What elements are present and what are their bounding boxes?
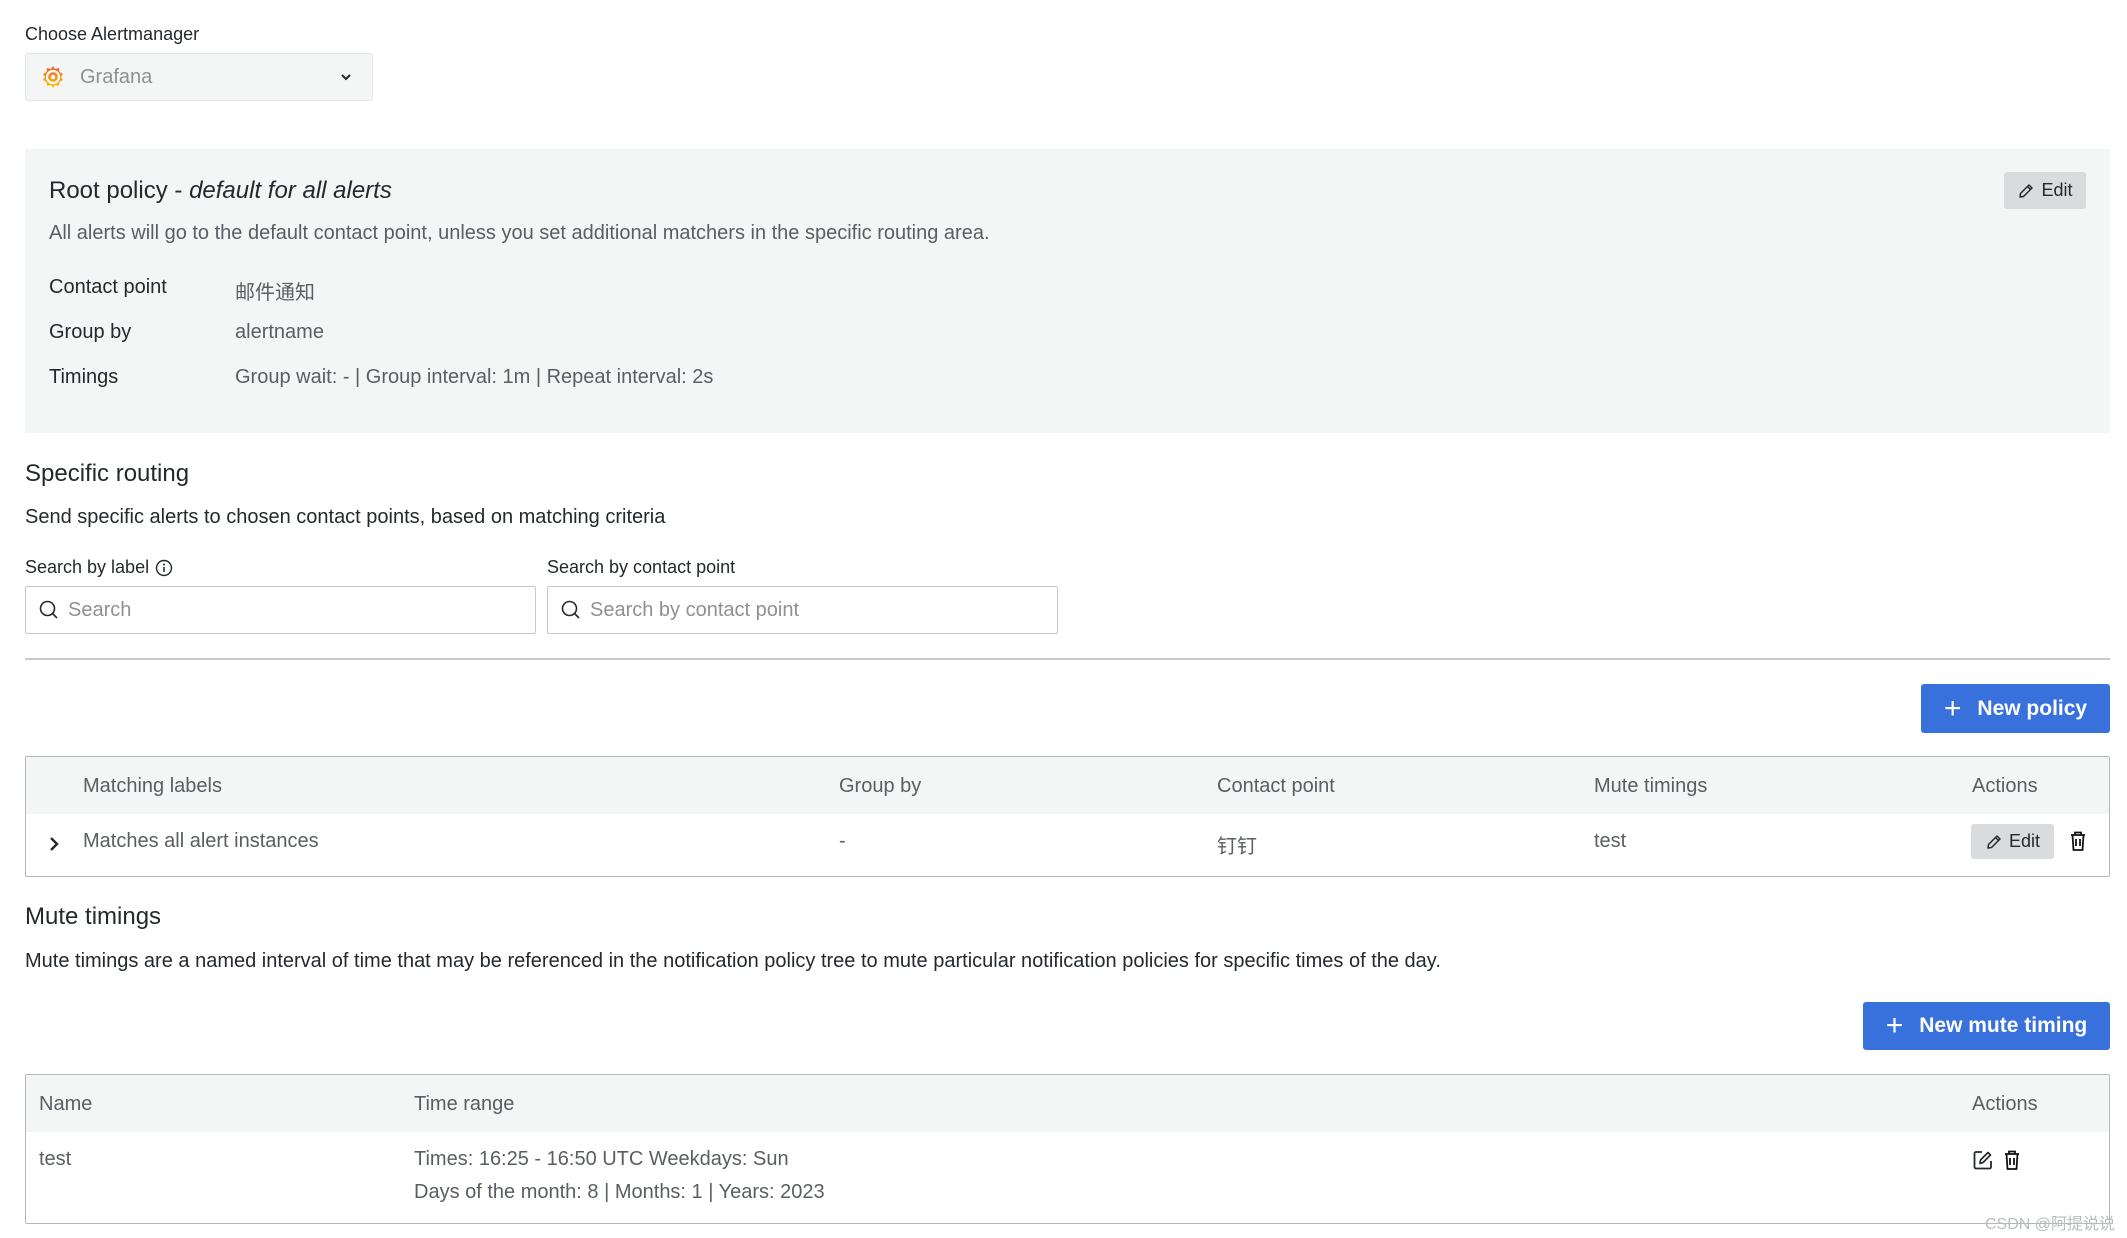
column-header-group-by: Group by [839, 775, 922, 797]
mute-table-header: Name Time range Actions [26, 1075, 2109, 1132]
chevron-down-icon [338, 69, 354, 85]
specific-routing-title: Specific routing [25, 460, 190, 487]
root-row-key: Group by [49, 321, 132, 343]
policy-table-header: Matching labels Group by Contact point M… [26, 757, 2109, 814]
edit-label: Edit [2041, 180, 2073, 200]
search-by-label-text: Search by label [25, 557, 150, 577]
plus-icon: + [1885, 1009, 1904, 1042]
root-row-key: Timings [49, 366, 119, 388]
search-icon [561, 600, 580, 619]
root-contact-point-row: Contact point 邮件通知 [49, 276, 315, 305]
pencil-icon [1987, 834, 2001, 849]
grafana-logo-icon [40, 64, 66, 90]
root-timings-row: Timings Group wait: - | Group interval: … [49, 366, 713, 389]
search-by-contact-point-field[interactable] [547, 586, 1058, 634]
column-header-actions: Actions [1972, 775, 2038, 797]
mute-timings-description: Mute timings are a named interval of tim… [25, 950, 1441, 972]
column-header-time-range: Time range [414, 1093, 515, 1115]
mute-timings-table: Name Time range Actions test Times: 16:2… [25, 1074, 2110, 1224]
alertmanager-selected-value: Grafana [80, 65, 153, 88]
edit-label: Edit [2008, 831, 2041, 851]
contact-point-cell: 钉钉 [1217, 836, 1257, 858]
policy-table: Matching labels Group by Contact point M… [25, 756, 2110, 877]
plus-icon: + [1943, 691, 1962, 725]
root-policy-title-text: Root policy - [49, 177, 190, 204]
search-icon [39, 600, 58, 619]
column-header-actions: Actions [1972, 1093, 2038, 1115]
edit-icon[interactable] [1972, 1149, 1994, 1176]
root-policy-edit-button[interactable]: Edit [2004, 172, 2086, 209]
section-divider [25, 658, 2110, 660]
new-mute-timing-button[interactable]: + New mute timing [1863, 1002, 2110, 1050]
info-icon[interactable] [155, 559, 173, 577]
root-policy-panel: Root policy - default for all alerts All… [25, 149, 2110, 433]
specific-routing-description: Send specific alerts to chosen contact p… [25, 506, 666, 528]
root-group-by-row: Group by alertname [49, 321, 324, 344]
root-policy-title: Root policy - default for all alerts [49, 177, 392, 205]
column-header-name: Name [39, 1093, 93, 1115]
search-by-contact-point-input[interactable] [590, 598, 1057, 622]
column-header-mute-timings: Mute timings [1594, 775, 1708, 797]
chevron-right-icon[interactable] [44, 834, 64, 854]
matching-labels-cell: Matches all alert instances [83, 830, 319, 852]
new-policy-button[interactable]: + New policy [1921, 684, 2110, 733]
search-by-label-input[interactable] [68, 598, 535, 622]
time-range-line-2: Days of the month: 8 | Months: 1 | Years… [414, 1181, 825, 1203]
search-by-label-field[interactable] [25, 586, 536, 634]
column-header-contact-point: Contact point [1217, 775, 1335, 797]
mute-timings-title: Mute timings [25, 903, 162, 930]
trash-icon[interactable] [2068, 830, 2088, 857]
table-row: Matches all alert instances - 钉钉 test Ed… [26, 814, 2109, 876]
trash-icon[interactable] [2002, 1149, 2022, 1176]
root-policy-title-emphasis: default for all alerts [189, 177, 392, 204]
mute-name-cell: test [39, 1148, 72, 1170]
alertmanager-select[interactable]: Grafana [25, 53, 373, 101]
watermark: CSDN @阿提说说 [1984, 1216, 2115, 1233]
time-range-line-1: Times: 16:25 - 16:50 UTC Weekdays: Sun [414, 1148, 789, 1170]
mute-timings-cell: test [1594, 830, 1627, 852]
root-row-value: alertname [235, 321, 324, 343]
root-row-key: Contact point [49, 276, 167, 298]
root-policy-description: All alerts will go to the default contac… [49, 222, 990, 244]
root-row-value: 邮件通知 [235, 282, 315, 304]
new-policy-label: New policy [1977, 696, 2088, 720]
new-mute-timing-label: New mute timing [1919, 1014, 2088, 1037]
table-row: test Times: 16:25 - 16:50 UTC Weekdays: … [26, 1132, 2109, 1223]
mute-row-actions [1972, 1149, 2022, 1176]
search-by-contact-point-label: Search by contact point [547, 557, 736, 577]
group-by-cell: - [839, 830, 846, 852]
pencil-icon [2019, 183, 2034, 198]
search-by-label-label: Search by label [25, 557, 173, 578]
policy-edit-button[interactable]: Edit [1971, 824, 2054, 859]
root-row-value: Group wait: - | Group interval: 1m | Rep… [235, 366, 714, 388]
alertmanager-label: Choose Alertmanager [25, 24, 200, 44]
column-header-matching-labels: Matching labels [83, 775, 222, 797]
